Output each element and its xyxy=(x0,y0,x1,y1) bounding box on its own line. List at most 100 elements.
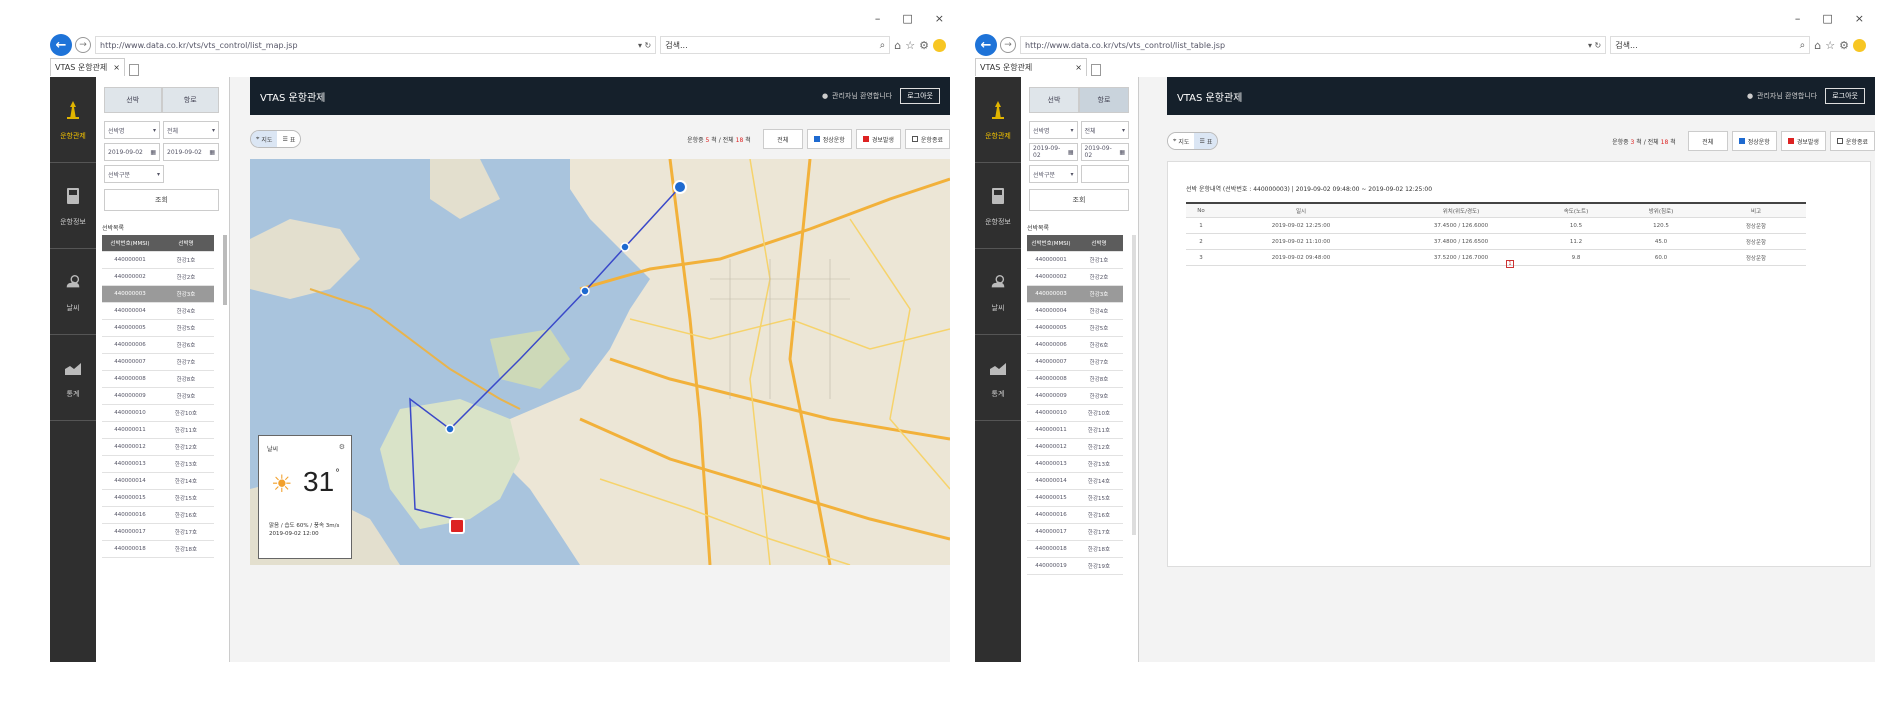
address-bar[interactable]: http://www.data.co.kr/vts/vts_control/li… xyxy=(95,36,657,54)
ended-button[interactable]: 운항종료 xyxy=(904,129,950,149)
search-box[interactable]: 검색... ⌕ xyxy=(1610,36,1811,54)
table-row[interactable]: 440000011 한강11호 xyxy=(102,422,214,439)
close-window-button[interactable]: × xyxy=(1855,12,1864,26)
minimize-button[interactable]: – xyxy=(1795,12,1801,26)
search-box[interactable]: 검색... ⌕ xyxy=(660,36,891,54)
alert-button[interactable]: 경보발생 xyxy=(1780,131,1826,151)
table-row[interactable]: 440000014 한강14호 xyxy=(1027,473,1123,490)
home-icon[interactable]: ⌂ xyxy=(894,39,901,52)
reload-icon[interactable]: ▾ ↻ xyxy=(632,41,651,50)
table-row[interactable]: 440000011 한강11호 xyxy=(1027,422,1123,439)
sidebar-item-weather[interactable]: 날씨 xyxy=(975,249,1021,335)
sidebar-item-info[interactable]: 운항정보 xyxy=(975,163,1021,249)
query-button[interactable]: 조회 xyxy=(1029,189,1129,211)
table-row[interactable]: 440000016 한강16호 xyxy=(102,507,214,524)
calendar-icon[interactable]: ▦ xyxy=(1068,149,1074,156)
forward-arrow-icon[interactable]: → xyxy=(75,37,91,53)
map-canvas[interactable] xyxy=(250,159,950,565)
panel-tab-ship[interactable]: 선박 xyxy=(104,87,162,113)
table-row[interactable]: 440000007 한강7호 xyxy=(102,354,214,371)
empty-field[interactable] xyxy=(1080,165,1129,183)
table-row[interactable]: 440000012 한강12호 xyxy=(102,439,214,456)
address-bar[interactable]: http://www.data.co.kr/vts/vts_control/li… xyxy=(1020,36,1607,54)
table-row[interactable]: 440000010 한강10호 xyxy=(102,405,214,422)
back-arrow-icon[interactable]: ← xyxy=(50,34,72,56)
table-row[interactable]: 440000008 한강8호 xyxy=(1027,371,1123,388)
alert-button[interactable]: 경보발생 xyxy=(855,129,901,149)
start-date-field[interactable]: 2019-09-02 ▦ xyxy=(1029,143,1078,161)
settings-icon[interactable]: ⚙ xyxy=(339,443,345,451)
ended-button[interactable]: 운항종료 xyxy=(1829,131,1875,151)
all-button[interactable]: 전체 xyxy=(1687,131,1728,151)
panel-tab-ship[interactable]: 선박 xyxy=(1029,87,1079,113)
list-scrollbar[interactable] xyxy=(1132,235,1136,535)
table-row[interactable]: 440000018 한강18호 xyxy=(1027,541,1123,558)
normal-button[interactable]: 정상운항 xyxy=(806,129,852,149)
normal-button[interactable]: 정상운항 xyxy=(1731,131,1777,151)
sidebar-item-stats[interactable]: 통계 xyxy=(50,335,96,421)
table-row[interactable]: 440000007 한강7호 xyxy=(1027,354,1123,371)
table-row[interactable]: 440000002 한강2호 xyxy=(1027,269,1123,286)
result-row[interactable]: 1 2019-09-02 12:25:00 37.4500 / 126.6000 10… xyxy=(1186,218,1806,234)
ship-type-select[interactable]: 선박구분 ▾ xyxy=(1029,165,1078,183)
calendar-icon[interactable]: ▦ xyxy=(150,149,156,156)
browser-tab[interactable]: VTAS 운항관제 × xyxy=(975,58,1087,76)
table-row[interactable]: 440000015 한강15호 xyxy=(102,490,214,507)
close-window-button[interactable]: × xyxy=(935,12,944,26)
table-row[interactable]: 440000015 한강15호 xyxy=(1027,490,1123,507)
table-row[interactable]: 440000006 한강6호 xyxy=(1027,337,1123,354)
gear-icon[interactable]: ⚙ xyxy=(1839,39,1849,52)
new-tab-button[interactable] xyxy=(1091,64,1101,76)
table-row[interactable]: 440000009 한강9호 xyxy=(1027,388,1123,405)
view-map-toggle[interactable]: ⌖ 지도 xyxy=(1168,133,1195,149)
table-row[interactable]: 440000008 한강8호 xyxy=(102,371,214,388)
status-select[interactable]: 전체 ▾ xyxy=(163,121,219,139)
gear-icon[interactable]: ⚙ xyxy=(919,39,929,52)
table-row[interactable]: 440000002 한강2호 xyxy=(102,269,214,286)
list-scrollbar[interactable] xyxy=(223,235,227,305)
table-row[interactable]: 440000016 한강16호 xyxy=(1027,507,1123,524)
end-date-field[interactable]: 2019-09-02 ▦ xyxy=(163,143,219,161)
ship-name-select[interactable]: 선박명 ▾ xyxy=(1029,121,1078,139)
view-map-toggle[interactable]: ⌖ 지도 xyxy=(251,131,278,147)
table-row[interactable]: 440000017 한강17호 xyxy=(102,524,214,541)
maximize-button[interactable]: □ xyxy=(1822,12,1832,26)
table-row[interactable]: 440000004 한강4호 xyxy=(1027,303,1123,320)
panel-tab-route[interactable]: 항로 xyxy=(1079,87,1129,113)
page-number-button[interactable]: 1 xyxy=(1506,260,1514,268)
result-row[interactable]: 3 2019-09-02 09:48:00 37.5200 / 126.7000 9.… xyxy=(1186,250,1806,266)
star-icon[interactable]: ☆ xyxy=(1825,39,1835,52)
table-row[interactable]: 440000001 한강1호 xyxy=(1027,252,1123,269)
panel-tab-route[interactable]: 항로 xyxy=(161,87,219,113)
end-date-field[interactable]: 2019-09-02 ▦ xyxy=(1080,143,1129,161)
logout-button[interactable]: 로그아웃 xyxy=(1825,88,1865,104)
table-row[interactable]: 440000003 한강3호 xyxy=(1027,286,1123,303)
forward-arrow-icon[interactable]: → xyxy=(1000,37,1016,53)
sidebar-item-control[interactable]: 운항관제 xyxy=(975,77,1021,163)
logout-button[interactable]: 로그아웃 xyxy=(900,88,940,104)
close-tab-icon[interactable]: × xyxy=(113,63,120,72)
table-row[interactable]: 440000005 한강5호 xyxy=(102,320,214,337)
star-icon[interactable]: ☆ xyxy=(905,39,915,52)
table-row[interactable]: 440000017 한강17호 xyxy=(1027,524,1123,541)
ship-name-select[interactable]: 선박명 ▾ xyxy=(104,121,160,139)
back-arrow-icon[interactable]: ← xyxy=(975,34,997,56)
view-table-toggle[interactable]: ☰ 표 xyxy=(277,131,301,147)
table-row[interactable]: 440000005 한강5호 xyxy=(1027,320,1123,337)
table-row[interactable]: 440000019 한강19호 xyxy=(1027,558,1123,575)
all-button[interactable]: 전체 xyxy=(762,129,803,149)
table-row[interactable]: 440000013 한강13호 xyxy=(102,456,214,473)
maximize-button[interactable]: □ xyxy=(902,12,912,26)
status-select[interactable]: 전체 ▾ xyxy=(1080,121,1129,139)
table-row[interactable]: 440000018 한강18호 xyxy=(102,541,214,558)
smiley-icon[interactable] xyxy=(933,38,946,52)
table-row[interactable]: 440000001 한강1호 xyxy=(102,252,214,269)
map-view[interactable]: 날씨 ⚙ ☀ 31 ° 맑음 / 습도 60% / 풍속 3m/s 2019-0… xyxy=(250,159,950,565)
table-row[interactable]: 440000012 한강12호 xyxy=(1027,439,1123,456)
sidebar-item-stats[interactable]: 통계 xyxy=(975,335,1021,421)
table-row[interactable]: 440000010 한강10호 xyxy=(1027,405,1123,422)
smiley-icon[interactable] xyxy=(1853,38,1866,52)
ship-type-select[interactable]: 선박구분 ▾ xyxy=(104,165,164,183)
table-row[interactable]: 440000004 한강4호 xyxy=(102,303,214,320)
sidebar-item-weather[interactable]: 날씨 xyxy=(50,249,96,335)
